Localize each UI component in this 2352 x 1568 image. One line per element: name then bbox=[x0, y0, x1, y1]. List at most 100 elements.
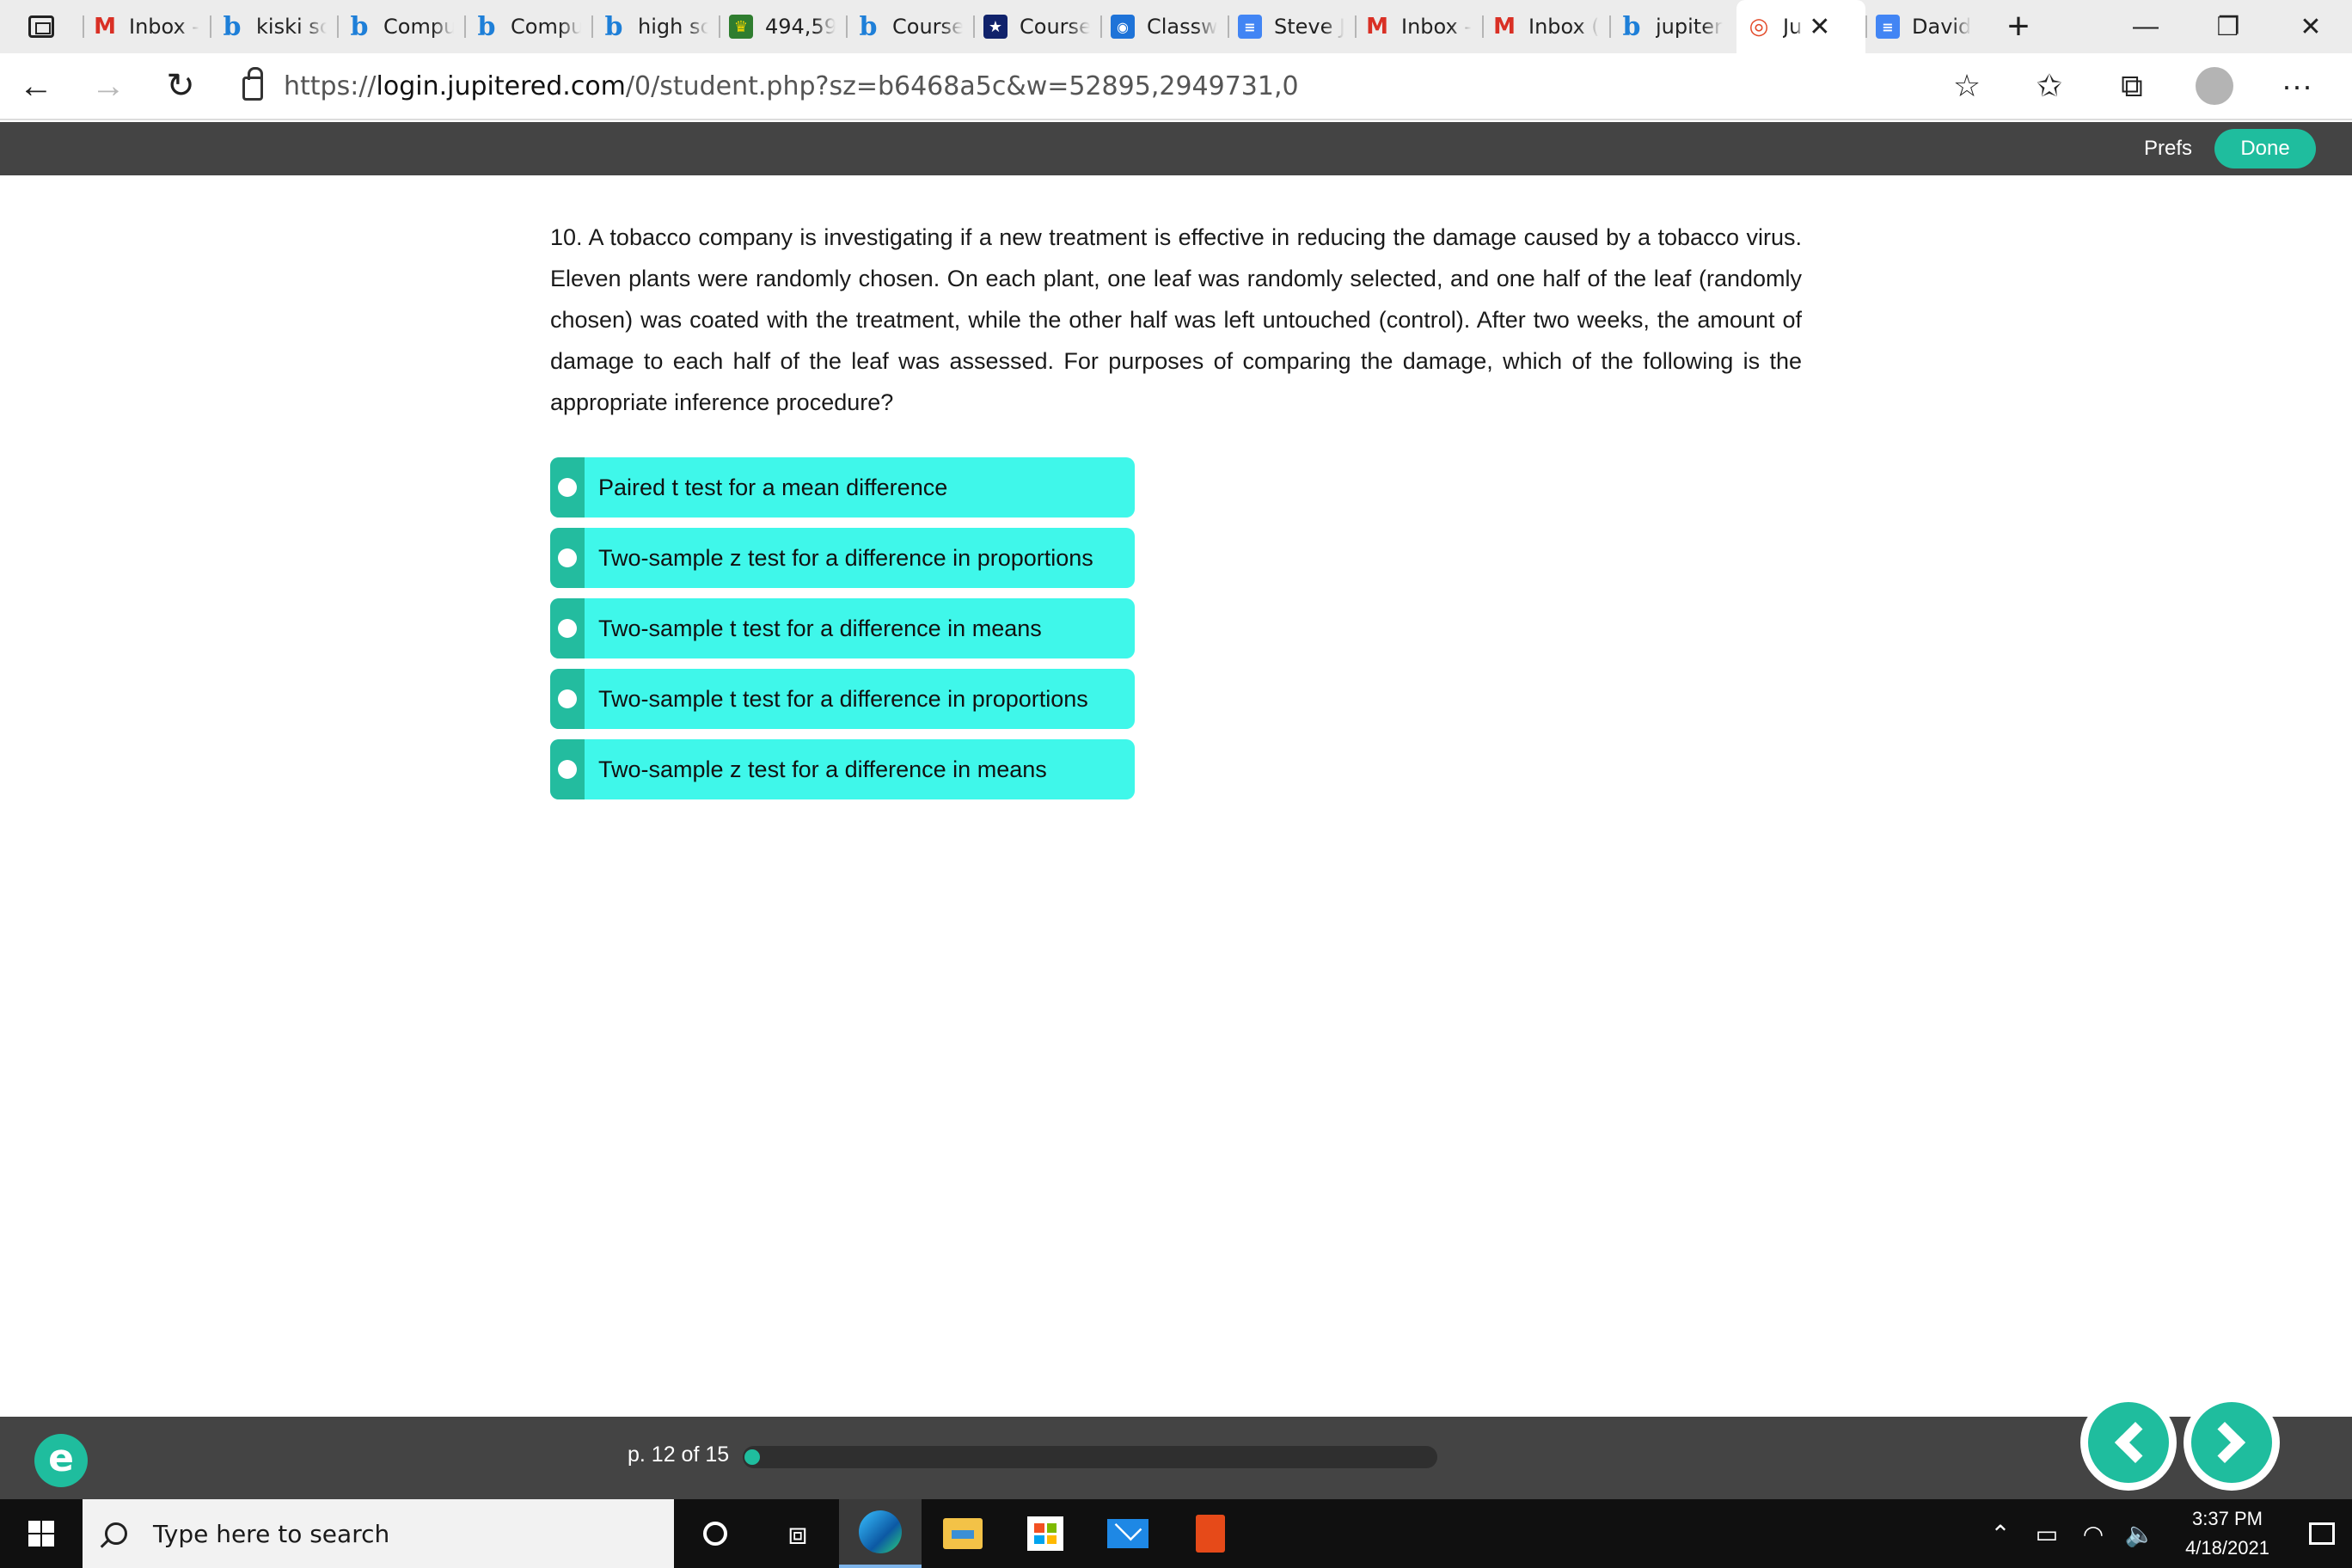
prefs-link[interactable]: Prefs bbox=[2144, 122, 2192, 175]
tab-label: kiski sc bbox=[256, 15, 327, 39]
start-button[interactable] bbox=[0, 1499, 83, 1568]
tab-label: Course bbox=[892, 15, 963, 39]
green-award-icon: ♛ bbox=[729, 15, 753, 39]
radio-button[interactable] bbox=[550, 457, 585, 518]
windows-logo-icon bbox=[28, 1521, 54, 1547]
bing-icon: b bbox=[859, 11, 878, 42]
radio-button[interactable] bbox=[550, 598, 585, 658]
restore-button[interactable]: ❐ bbox=[2187, 0, 2269, 53]
browser-tab[interactable]: M Inbox - bbox=[1355, 0, 1482, 53]
browser-tab[interactable]: b Compu bbox=[337, 0, 464, 53]
show-hidden-icons-button[interactable]: ⌃ bbox=[1977, 1499, 2024, 1568]
tab-label: Ju bbox=[1783, 15, 1803, 39]
task-view-button[interactable]: ⧈ bbox=[756, 1499, 839, 1568]
star-shield-icon: ★ bbox=[983, 15, 1008, 39]
answer-choice[interactable]: Two-sample z test for a difference in me… bbox=[550, 739, 1135, 799]
previous-question-button[interactable] bbox=[2080, 1394, 2177, 1491]
edge-taskbar-button[interactable] bbox=[839, 1499, 922, 1568]
clock-date: 4/18/2021 bbox=[2185, 1537, 2269, 1559]
browser-tab[interactable]: ♛ 494,59 bbox=[719, 0, 846, 53]
add-favorite-button[interactable]: ☆ bbox=[1926, 52, 2008, 119]
docs-icon: ≡ bbox=[1876, 15, 1900, 39]
store-button[interactable] bbox=[1004, 1499, 1087, 1568]
progress-handle[interactable] bbox=[744, 1449, 760, 1465]
browser-tab[interactable]: ≡ David bbox=[1865, 0, 1993, 53]
url-field[interactable]: https://login.jupitered.com/0/student.ph… bbox=[242, 60, 1926, 112]
browser-tab[interactable]: b high sc bbox=[591, 0, 719, 53]
minimize-button[interactable]: — bbox=[2104, 0, 2187, 53]
favorites-button[interactable]: ✩ bbox=[2008, 52, 2091, 119]
page-indicator: p. 12 of 15 bbox=[628, 1442, 730, 1467]
browser-tab[interactable]: ★ Course bbox=[973, 0, 1100, 53]
radio-button[interactable] bbox=[550, 669, 585, 729]
wifi-icon: ◠ bbox=[2082, 1520, 2104, 1547]
progress-track[interactable] bbox=[743, 1446, 1437, 1468]
back-button[interactable]: ← bbox=[0, 52, 72, 119]
address-bar: ← → ↻ https://login.jupitered.com/0/stud… bbox=[0, 53, 2352, 120]
battery-button[interactable]: ▭ bbox=[2024, 1499, 2070, 1568]
jupiter-icon: ◎ bbox=[1747, 14, 1771, 40]
collections-icon: ⧉ bbox=[2121, 67, 2143, 103]
tab-label: Inbox - bbox=[129, 15, 199, 39]
browser-tab[interactable]: ◉ Classw bbox=[1100, 0, 1228, 53]
tab-actions-icon bbox=[28, 15, 54, 38]
cortana-button[interactable] bbox=[674, 1499, 756, 1568]
answer-choice[interactable]: Two-sample z test for a difference in pr… bbox=[550, 528, 1135, 588]
address-bar-actions: ☆ ✩ ⧉ ··· bbox=[1926, 52, 2338, 119]
radio-dot-icon bbox=[558, 548, 577, 567]
system-tray: ⌃ ▭ ◠ 🔈 3:37 PM 4/18/2021 bbox=[1977, 1499, 2352, 1568]
taskbar-search-box[interactable]: Type here to search bbox=[83, 1499, 674, 1568]
browser-tab[interactable]: ≡ Steve J bbox=[1228, 0, 1355, 53]
mail-button[interactable] bbox=[1087, 1499, 1169, 1568]
volume-button[interactable]: 🔈 bbox=[2116, 1499, 2163, 1568]
collections-button[interactable]: ⧉ bbox=[2091, 52, 2173, 119]
tab-actions-button[interactable] bbox=[0, 0, 83, 53]
next-question-button[interactable] bbox=[2184, 1394, 2280, 1491]
radio-dot-icon bbox=[558, 619, 577, 638]
settings-menu-button[interactable]: ··· bbox=[2256, 52, 2338, 119]
file-explorer-button[interactable] bbox=[922, 1499, 1004, 1568]
answer-choice[interactable]: Two-sample t test for a difference in pr… bbox=[550, 669, 1135, 729]
radio-button[interactable] bbox=[550, 739, 585, 799]
radio-dot-icon bbox=[558, 478, 577, 497]
classroom-icon: ◉ bbox=[1111, 15, 1135, 39]
tab-label: Steve J bbox=[1274, 15, 1344, 39]
close-tab-button[interactable]: ✕ bbox=[1809, 12, 1830, 42]
new-tab-button[interactable]: + bbox=[1993, 0, 2044, 53]
browser-tab[interactable]: M Inbox ( bbox=[1482, 0, 1609, 53]
forward-button[interactable]: → bbox=[72, 52, 144, 119]
taskbar-pinned-apps: ⧈ bbox=[674, 1499, 1252, 1568]
browser-tab[interactable]: b Course bbox=[846, 0, 973, 53]
mail-icon bbox=[1107, 1519, 1148, 1548]
radio-dot-icon bbox=[558, 760, 577, 779]
tab-label: Compu bbox=[383, 15, 454, 39]
answer-choice[interactable]: Two-sample t test for a difference in me… bbox=[550, 598, 1135, 658]
browser-tab[interactable]: b jupiter bbox=[1609, 0, 1736, 53]
url-text: https://login.jupitered.com/0/student.ph… bbox=[284, 70, 1299, 101]
done-button[interactable]: Done bbox=[2214, 129, 2316, 168]
app-header: Prefs Done bbox=[0, 122, 2352, 175]
answer-choice[interactable]: Paired t test for a mean difference bbox=[550, 457, 1135, 518]
action-center-button[interactable] bbox=[2292, 1499, 2352, 1568]
profile-button[interactable] bbox=[2173, 52, 2256, 119]
tab-label: Compu bbox=[511, 15, 581, 39]
edit-badge-icon[interactable]: e bbox=[34, 1434, 88, 1487]
taskbar-clock[interactable]: 3:37 PM 4/18/2021 bbox=[2163, 1504, 2292, 1563]
store-icon bbox=[1027, 1516, 1063, 1551]
radio-button[interactable] bbox=[550, 528, 585, 588]
network-button[interactable]: ◠ bbox=[2070, 1499, 2116, 1568]
battery-icon: ▭ bbox=[2035, 1520, 2059, 1547]
bing-icon: b bbox=[350, 11, 369, 42]
browser-tab[interactable]: ◎ Ju ✕ bbox=[1736, 0, 1865, 53]
answer-choices: Paired t test for a mean difference Two-s… bbox=[550, 457, 1135, 799]
refresh-button[interactable]: ↻ bbox=[144, 52, 217, 119]
close-window-button[interactable]: ✕ bbox=[2269, 0, 2352, 53]
chevron-up-icon: ⌃ bbox=[1990, 1520, 2011, 1547]
browser-tab[interactable]: b Compu bbox=[464, 0, 591, 53]
browser-tab[interactable]: M Inbox - bbox=[83, 0, 210, 53]
browser-tab[interactable]: b kiski sc bbox=[210, 0, 337, 53]
windows-taskbar: Type here to search ⧈ ⌃ ▭ ◠ 🔈 3:37 PM 4/… bbox=[0, 1499, 2352, 1568]
lock-icon bbox=[242, 67, 263, 101]
answer-choice-label: Two-sample z test for a difference in pr… bbox=[598, 544, 1093, 571]
office-button[interactable] bbox=[1169, 1499, 1252, 1568]
